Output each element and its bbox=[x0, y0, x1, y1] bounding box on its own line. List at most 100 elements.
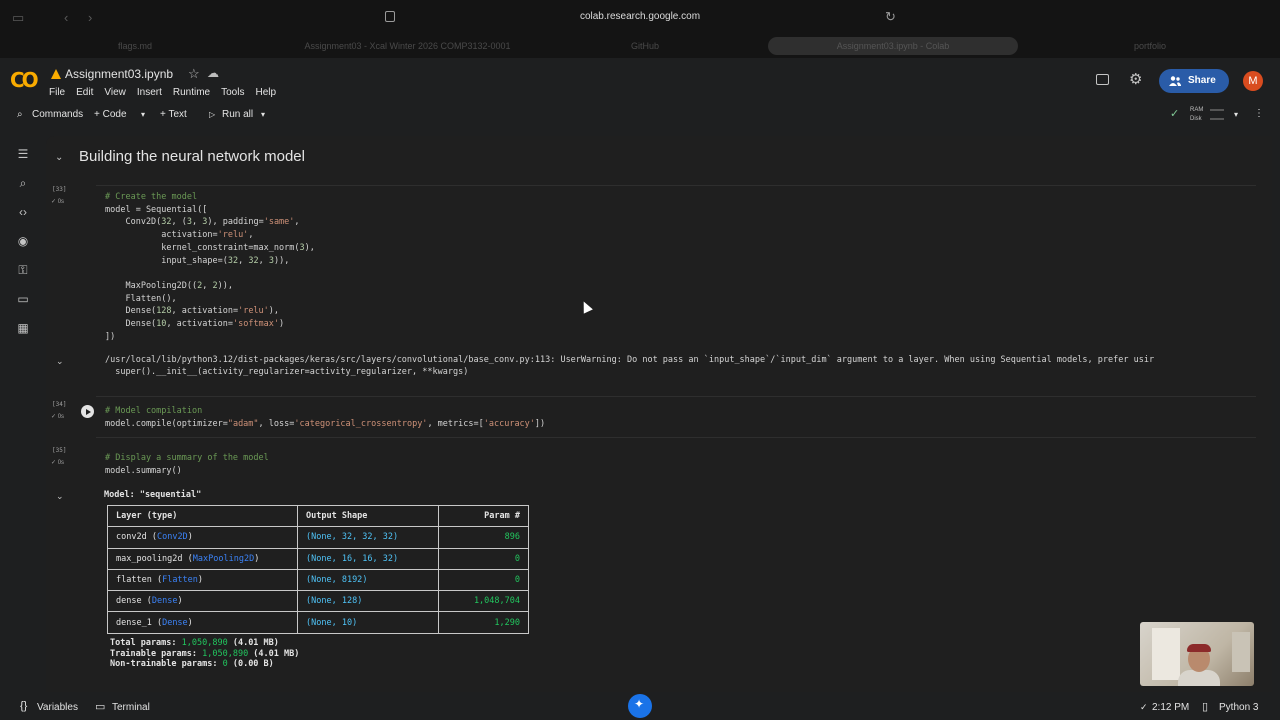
trainable-params-size: (4.01 MB) bbox=[248, 648, 300, 659]
star-icon[interactable]: ☆ bbox=[188, 66, 200, 82]
model-summary-title: Model: "sequential" bbox=[104, 490, 202, 500]
layer-name: max_pooling2d bbox=[116, 553, 183, 564]
cell-divider bbox=[96, 437, 1256, 438]
kernel-label[interactable]: Python 3 bbox=[1219, 702, 1258, 713]
drive-icon bbox=[51, 69, 61, 79]
mouse-cursor bbox=[579, 299, 593, 314]
add-code-button[interactable]: + Code bbox=[94, 109, 127, 120]
webcam-person bbox=[1178, 670, 1220, 686]
trainable-params-label: Trainable params: bbox=[110, 648, 203, 659]
cell-divider bbox=[96, 396, 1256, 397]
address-bar[interactable]: colab.research.google.com bbox=[0, 11, 1280, 22]
more-options-icon[interactable]: ⋮ bbox=[1254, 108, 1264, 119]
param-count: 0 bbox=[438, 547, 529, 570]
add-text-button[interactable]: + Text bbox=[160, 109, 187, 120]
menu-file[interactable]: File bbox=[49, 87, 65, 98]
browser-tab[interactable]: portfolio bbox=[1115, 37, 1185, 55]
warning-output: /usr/local/lib/python3.12/dist-packages/… bbox=[105, 354, 1154, 378]
avatar[interactable]: M bbox=[1243, 71, 1263, 91]
chevron-down-icon[interactable]: ▾ bbox=[261, 110, 265, 119]
ram-label: RAM bbox=[1190, 107, 1204, 113]
notebook-toolbar: ⌕ Commands + Code ▾ + Text ▷ Run all ▾ ✓… bbox=[0, 106, 1280, 126]
shape-dims: 16, 16, 32 bbox=[341, 553, 394, 564]
reload-icon[interactable]: ↻ bbox=[885, 9, 896, 25]
webcam-person bbox=[1187, 644, 1211, 652]
variables-icon[interactable]: ◉ bbox=[16, 234, 30, 248]
code-editor[interactable]: # Create the model model = Sequential([ … bbox=[105, 191, 315, 343]
collapse-section-icon[interactable]: ⌄ bbox=[55, 152, 63, 163]
layer-name: dense_1 bbox=[116, 617, 152, 628]
terminal-icon: ▭ bbox=[95, 701, 106, 713]
code-editor[interactable]: # Display a summary of the model model.s… bbox=[105, 452, 269, 477]
comment-icon[interactable] bbox=[1096, 74, 1109, 85]
run-all-button[interactable]: Run all bbox=[222, 109, 253, 120]
resource-monitor[interactable]: RAM Disk bbox=[1190, 106, 1203, 124]
variables-button[interactable]: Variables bbox=[37, 702, 78, 713]
cloud-saved-icon[interactable]: ☁ bbox=[207, 66, 219, 80]
shape-dims: 32, 32, 32 bbox=[341, 532, 394, 543]
find-icon[interactable]: ⌕ bbox=[16, 176, 30, 190]
table-of-contents-icon[interactable]: ☰ bbox=[16, 147, 30, 161]
execution-time-value: 0s bbox=[57, 460, 65, 466]
layer-type: Flatten bbox=[162, 575, 198, 586]
menu-tools[interactable]: Tools bbox=[221, 87, 244, 98]
share-button[interactable]: Share bbox=[1159, 69, 1229, 93]
commands-button[interactable]: Commands bbox=[32, 109, 83, 120]
data-table-icon[interactable]: ▦ bbox=[16, 321, 30, 335]
shape-cell: (None, 32, 32, 32) bbox=[297, 526, 439, 549]
terminal-button[interactable]: Terminal bbox=[112, 702, 150, 713]
total-params-value: 1,050,890 bbox=[181, 638, 228, 648]
column-header: Param # bbox=[438, 504, 529, 528]
search-icon[interactable]: ⌕ bbox=[17, 109, 23, 120]
menu-runtime[interactable]: Runtime bbox=[173, 87, 210, 98]
layer-name: flatten bbox=[116, 575, 152, 586]
layer-name: dense bbox=[116, 596, 142, 607]
browser-tab-bar: flags.md Assignment03 - Xcal Winter 2026… bbox=[0, 34, 1280, 58]
menu-edit[interactable]: Edit bbox=[76, 87, 93, 98]
play-icon: ▷ bbox=[209, 110, 216, 119]
chevron-down-icon[interactable]: ▾ bbox=[141, 110, 145, 119]
run-cell-button[interactable] bbox=[81, 405, 94, 418]
menu-view[interactable]: View bbox=[104, 87, 126, 98]
secrets-key-icon[interactable]: ⚿ bbox=[16, 263, 30, 277]
model-summary-table: Layer (type) Output Shape Param # conv2d… bbox=[107, 504, 529, 634]
gear-icon[interactable]: ⚙ bbox=[1129, 70, 1142, 88]
layer-cell: dense_1 (Dense) bbox=[107, 611, 298, 634]
table-header-row: Layer (type) Output Shape Param # bbox=[107, 504, 529, 528]
browser-tab[interactable]: flags.md bbox=[105, 37, 165, 55]
table-row: conv2d (Conv2D) (None, 32, 32, 32) 896 bbox=[107, 526, 529, 549]
files-folder-icon[interactable]: ▭ bbox=[16, 292, 30, 306]
execution-count: [33] bbox=[52, 186, 67, 193]
colab-logo[interactable]: CO bbox=[10, 68, 39, 92]
notebook-title[interactable]: Assignment03.ipynb bbox=[65, 67, 173, 81]
browser-tab-active[interactable]: Assignment03.ipynb - Colab bbox=[768, 37, 1018, 55]
collapse-output-icon[interactable]: ⌄ bbox=[56, 356, 64, 367]
menu-insert[interactable]: Insert bbox=[137, 87, 162, 98]
warning-line: super().__init__(activity_regularizer=ac… bbox=[105, 367, 469, 377]
collapse-output-icon[interactable]: ⌄ bbox=[56, 491, 64, 502]
execution-time-value: 0s bbox=[57, 199, 65, 205]
webcam-background bbox=[1152, 628, 1180, 680]
connected-check-icon: ✓ bbox=[1140, 702, 1148, 712]
total-params-size: (4.01 MB) bbox=[227, 638, 279, 648]
chevron-down-icon[interactable]: ▾ bbox=[1234, 110, 1238, 119]
table-row: max_pooling2d (MaxPooling2D) (None, 16, … bbox=[107, 547, 529, 570]
execution-time-value: 0s bbox=[57, 414, 65, 420]
execution-count: [34] bbox=[52, 401, 67, 408]
code-editor[interactable]: # Model compilation model.compile(optimi… bbox=[105, 405, 545, 430]
column-header: Layer (type) bbox=[107, 504, 298, 528]
code-snippets-icon[interactable]: ‹› bbox=[16, 205, 30, 219]
menu-help[interactable]: Help bbox=[255, 87, 276, 98]
browser-tab[interactable]: GitHub bbox=[615, 37, 675, 55]
ram-usage-bar bbox=[1210, 109, 1224, 111]
execution-time: ✓ 0s bbox=[51, 414, 65, 420]
shape-prefix: (None, bbox=[306, 596, 342, 607]
layer-cell: dense (Dense) bbox=[107, 590, 298, 613]
gemini-button[interactable] bbox=[628, 694, 652, 718]
layer-type: Dense bbox=[162, 617, 188, 628]
cell-divider bbox=[96, 185, 1256, 186]
runtime-icon: ▯ bbox=[1202, 701, 1209, 713]
left-sidebar: ☰ ⌕ ‹› ◉ ⚿ ▭ ▦ bbox=[0, 138, 46, 693]
browser-tab[interactable]: Assignment03 - Xcal Winter 2026 COMP3132… bbox=[275, 37, 540, 55]
trainable-params-value: 1,050,890 bbox=[202, 648, 249, 659]
